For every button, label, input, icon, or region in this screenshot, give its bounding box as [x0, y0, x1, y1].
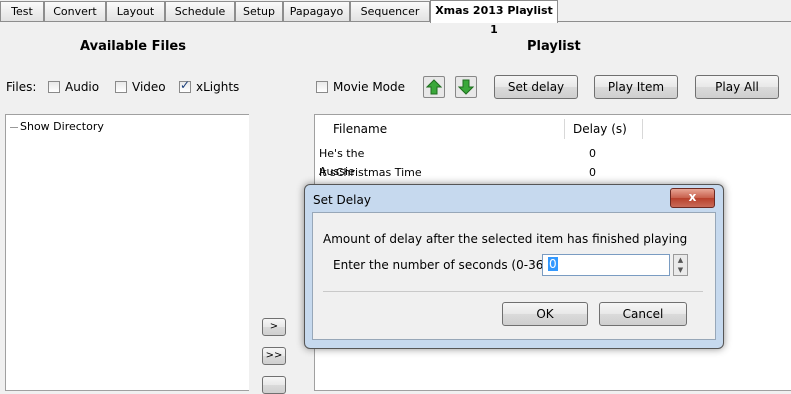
play-all-button[interactable]: Play All [695, 75, 779, 99]
row-delay: 0 [589, 166, 596, 179]
video-checkbox[interactable] [115, 81, 127, 93]
audio-label: Audio [65, 80, 100, 94]
dialog-title: Set Delay [313, 193, 371, 207]
dialog-close-button[interactable]: x [670, 188, 715, 208]
move-down-button[interactable] [455, 76, 477, 98]
dialog-body: Amount of delay after the selected item … [312, 212, 716, 340]
xlights-checkbox[interactable] [179, 78, 191, 93]
audio-checkbox[interactable] [48, 81, 60, 93]
tab-bar-divider [0, 21, 791, 22]
ok-button[interactable]: OK [502, 302, 588, 326]
tab-convert[interactable]: Convert [44, 1, 106, 21]
video-label: Video [132, 80, 166, 94]
tab-test[interactable]: Test [0, 1, 44, 21]
tree-connector [10, 127, 18, 128]
set-delay-dialog: Set Delay x Amount of delay after the se… [304, 184, 724, 349]
xlights-label: xLights [196, 80, 240, 94]
movie-mode-label: Movie Mode [333, 80, 406, 94]
green-up-arrow-icon [426, 79, 442, 95]
row-delay: 0 [589, 147, 596, 160]
files-label: Files: [6, 80, 37, 94]
tree-item-show-directory[interactable]: Show Directory [20, 120, 104, 133]
add-all-button[interactable]: >> [262, 347, 286, 365]
remove-button[interactable] [262, 376, 286, 394]
spin-up-icon[interactable]: ▲ [674, 255, 687, 265]
playlist-title: Playlist [527, 39, 581, 54]
cancel-button[interactable]: Cancel [599, 302, 687, 326]
movie-mode-checkbox[interactable] [316, 81, 328, 93]
seconds-spinner[interactable]: ▲ ▼ [673, 254, 688, 276]
tab-layout[interactable]: Layout [106, 1, 165, 21]
seconds-prompt: Enter the number of seconds (0-3600) [333, 258, 564, 272]
tab-bar: Test Convert Layout Schedule Setup Papag… [0, 0, 791, 36]
available-files-title: Available Files [80, 39, 186, 54]
seconds-value: 0 [548, 257, 558, 271]
column-header-delay[interactable]: Delay (s) [565, 119, 643, 139]
spin-down-icon[interactable]: ▼ [674, 265, 687, 275]
add-selected-button[interactable]: > [262, 318, 286, 336]
close-icon: x [688, 190, 697, 204]
set-delay-button[interactable]: Set delay [494, 75, 578, 99]
tab-setup[interactable]: Setup [235, 1, 283, 21]
dialog-message: Amount of delay after the selected item … [323, 232, 688, 246]
green-down-arrow-icon [458, 79, 474, 95]
file-tree[interactable]: Show Directory [5, 114, 249, 391]
move-up-button[interactable] [423, 76, 445, 98]
seconds-input[interactable]: 0 [542, 254, 670, 276]
tab-sequencer[interactable]: Sequencer [350, 1, 430, 21]
dialog-separator [323, 291, 703, 292]
play-item-button[interactable]: Play Item [594, 75, 678, 99]
tab-schedule[interactable]: Schedule [165, 1, 235, 21]
tab-xmas-2013-playlist-1[interactable]: Xmas 2013 Playlist 1 [430, 0, 558, 36]
column-header-filename[interactable]: Filename [315, 119, 565, 139]
tab-papagayo[interactable]: Papagayo [283, 1, 350, 21]
